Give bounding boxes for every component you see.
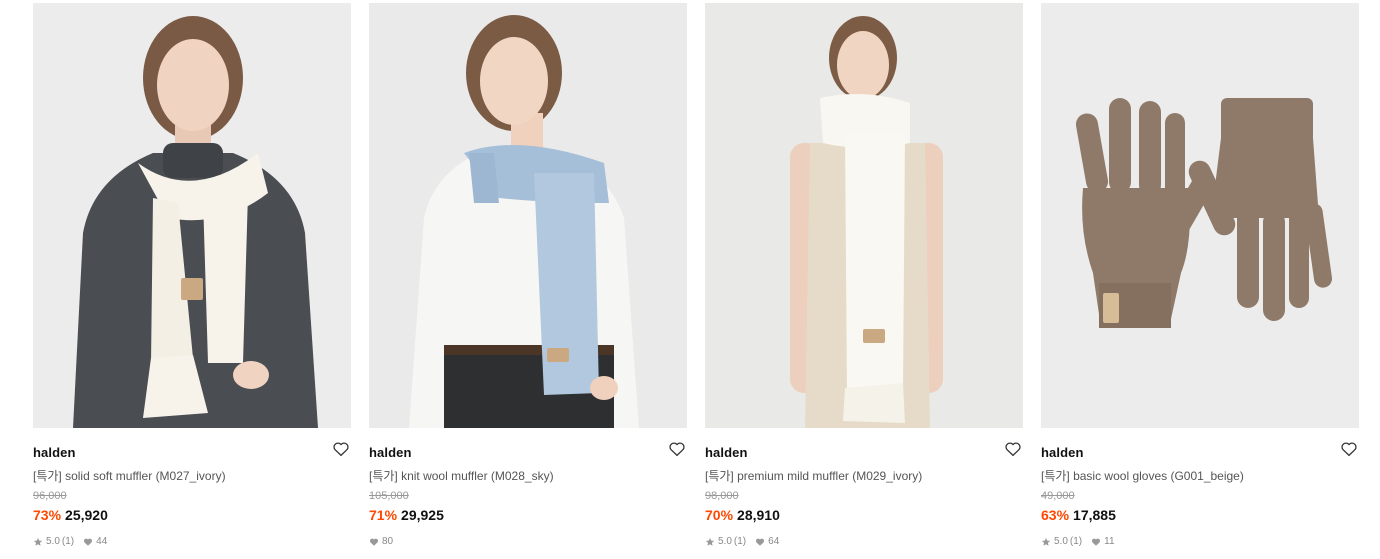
rating-value: 5.0 <box>718 536 732 547</box>
sale-price: 28,910 <box>737 507 780 523</box>
product-card[interactable]: halden [특가] premium mild muffler (M029_i… <box>705 3 1023 559</box>
sale-price: 17,885 <box>1073 507 1116 523</box>
product-grid: halden [특가] solid soft muffler (M027_ivo… <box>33 3 1359 559</box>
product-meta: 5.0 (1) 11 <box>1041 536 1124 547</box>
sale-price: 25,920 <box>65 507 108 523</box>
like-count: 64 <box>768 536 780 547</box>
heart-small-icon <box>1091 537 1101 547</box>
product-card[interactable]: halden [특가] knit wool muffler (M028_sky)… <box>369 3 687 559</box>
star-icon <box>1041 537 1051 547</box>
heart-icon[interactable] <box>1004 440 1022 458</box>
discount-rate: 63% <box>1041 507 1070 523</box>
price-row: 63% 17,885 <box>1041 507 1116 523</box>
product-name[interactable]: [특가] basic wool gloves (G001_beige) <box>1041 467 1244 484</box>
product-image[interactable] <box>705 3 1023 428</box>
product-meta: 80 <box>369 536 402 547</box>
likes: 64 <box>755 536 779 547</box>
brand-name[interactable]: halden <box>33 445 76 460</box>
heart-icon[interactable] <box>668 440 686 458</box>
review-count: (1) <box>733 536 747 547</box>
star-icon <box>33 537 43 547</box>
heart-small-icon <box>83 537 93 547</box>
beige-gloves-image <box>1041 3 1359 428</box>
product-name[interactable]: [특가] solid soft muffler (M027_ivory) <box>33 467 226 484</box>
product-card[interactable]: halden [특가] solid soft muffler (M027_ivo… <box>33 3 351 559</box>
brand-name[interactable]: halden <box>369 445 412 460</box>
sale-price: 29,925 <box>401 507 444 523</box>
rating: 5.0 (1) <box>1041 536 1082 547</box>
likes: 11 <box>1091 536 1115 547</box>
price-row: 70% 28,910 <box>705 507 780 523</box>
discount-rate: 73% <box>33 507 62 523</box>
like-count: 11 <box>1104 536 1115 547</box>
product-image[interactable] <box>1041 3 1359 428</box>
product-name[interactable]: [특가] knit wool muffler (M028_sky) <box>369 467 554 484</box>
discount-rate: 70% <box>705 507 734 523</box>
rating-value: 5.0 <box>46 536 60 547</box>
original-price: 49,000 <box>1041 490 1075 502</box>
heart-icon[interactable] <box>1340 440 1358 458</box>
product-image[interactable] <box>369 3 687 428</box>
price-row: 73% 25,920 <box>33 507 108 523</box>
review-count: (1) <box>1069 536 1083 547</box>
rating: 5.0 (1) <box>33 536 74 547</box>
rating: 5.0 (1) <box>705 536 746 547</box>
product-meta: 5.0 (1) 64 <box>705 536 788 547</box>
review-count: (1) <box>61 536 75 547</box>
brand-name[interactable]: halden <box>1041 445 1084 460</box>
product-image[interactable] <box>33 3 351 428</box>
heart-small-icon <box>369 537 379 547</box>
original-price: 96,000 <box>33 490 67 502</box>
price-row: 71% 29,925 <box>369 507 444 523</box>
heart-small-icon <box>755 537 765 547</box>
model-sky-scarf-image <box>369 3 687 428</box>
model-ivory-muffler-image <box>705 3 1023 428</box>
discount-rate: 71% <box>369 507 398 523</box>
product-name[interactable]: [특가] premium mild muffler (M029_ivory) <box>705 467 922 484</box>
likes: 80 <box>369 536 393 547</box>
rating-value: 5.0 <box>1054 536 1068 547</box>
original-price: 105,000 <box>369 490 409 502</box>
heart-icon[interactable] <box>332 440 350 458</box>
likes: 44 <box>83 536 107 547</box>
star-icon <box>705 537 715 547</box>
model-ivory-scarf-image <box>33 3 351 428</box>
brand-name[interactable]: halden <box>705 445 748 460</box>
original-price: 98,000 <box>705 490 739 502</box>
like-count: 44 <box>96 536 108 547</box>
product-card[interactable]: halden [특가] basic wool gloves (G001_beig… <box>1041 3 1359 559</box>
product-meta: 5.0 (1) 44 <box>33 536 116 547</box>
like-count: 80 <box>382 536 394 547</box>
